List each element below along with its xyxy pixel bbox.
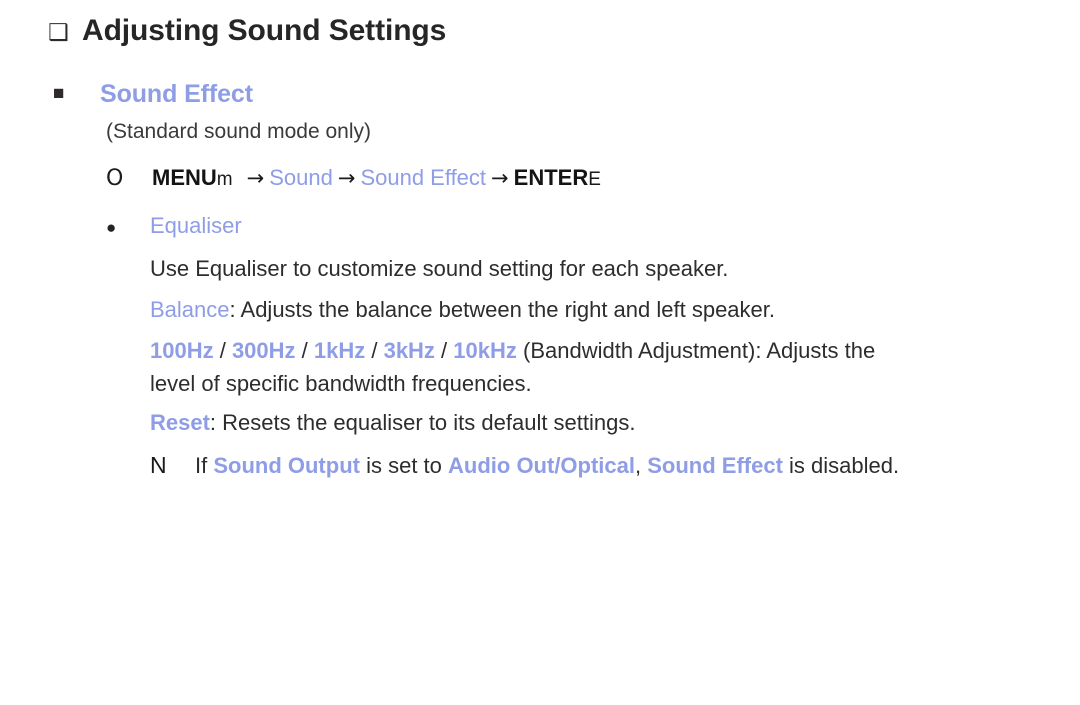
menu-button-label: MENU bbox=[152, 165, 217, 190]
manual-page: ❑ Adjusting Sound Settings ■ Sound Effec… bbox=[0, 0, 1080, 705]
arrow-icon-1: → bbox=[246, 166, 265, 190]
bandwidth-description-wrap: level of specific bandwidth frequencies. bbox=[150, 371, 532, 396]
equaliser-item-row: ● Equaliser bbox=[0, 211, 1080, 243]
note-term-audio-out-optical: Audio Out/Optical bbox=[448, 453, 636, 478]
section-heading-row: ■ Sound Effect bbox=[0, 77, 1080, 111]
section-heading: Sound Effect bbox=[100, 80, 253, 108]
frequency-separator: / bbox=[434, 338, 454, 363]
enter-button-glyph-icon: E bbox=[588, 169, 601, 190]
note-prefix: If bbox=[195, 453, 214, 478]
arrow-icon-3: → bbox=[491, 166, 509, 190]
note-row: N If Sound Output is set to Audio Out/Op… bbox=[0, 450, 1080, 481]
note-mid-1: is set to bbox=[359, 453, 449, 478]
bandwidth-description: (Bandwidth Adjustment): Adjusts the bbox=[516, 338, 876, 363]
frequency-line: 100Hz / 300Hz / 1kHz / 3kHz / 10kHz (Ban… bbox=[0, 336, 1080, 366]
note-term-sound-effect: Sound Effect bbox=[647, 453, 783, 478]
frequency-term: 1kHz bbox=[313, 338, 366, 363]
note-suffix: is disabled. bbox=[782, 453, 900, 478]
frequency-separator: / bbox=[295, 338, 314, 363]
square-outline-bullet-icon: ❑ bbox=[48, 19, 69, 45]
page-title-row: ❑ Adjusting Sound Settings bbox=[0, 9, 1080, 54]
menu-step-sound: Sound bbox=[269, 165, 333, 190]
frequency-list: 100Hz / 300Hz / 1kHz / 3kHz / 10kHz bbox=[150, 338, 517, 363]
balance-line: Balance: Adjusts the balance between the… bbox=[0, 295, 1080, 325]
note-mid-2: , bbox=[635, 453, 648, 478]
enter-button-label: ENTER bbox=[513, 165, 589, 190]
frequency-separator: / bbox=[365, 338, 384, 363]
arrow-icon-2: → bbox=[337, 166, 356, 190]
section-subnote: (Standard sound mode only) bbox=[106, 120, 371, 143]
reset-description: : Resets the equaliser to its default se… bbox=[209, 410, 636, 435]
menu-button-glyph-icon: m bbox=[216, 169, 233, 190]
page-title: Adjusting Sound Settings bbox=[82, 14, 447, 47]
reset-line: Reset: Resets the equaliser to its defau… bbox=[0, 408, 1080, 438]
menu-path-row: O MENUm → Sound → Sound Effect → ENTERE bbox=[0, 163, 1080, 195]
frequency-term: 3kHz bbox=[383, 338, 435, 363]
frequency-separator: / bbox=[213, 338, 232, 363]
balance-term: Balance bbox=[150, 297, 230, 322]
menu-path: MENUm → Sound → Sound Effect → ENTERE bbox=[152, 163, 601, 195]
filled-square-bullet-icon: ■ bbox=[53, 83, 65, 104]
frequency-term: 100Hz bbox=[150, 338, 214, 363]
reset-term: Reset bbox=[150, 410, 210, 435]
frequency-term: 10kHz bbox=[453, 338, 517, 363]
filled-circle-bullet-icon: ● bbox=[106, 218, 117, 237]
note-marker-icon: N bbox=[150, 452, 167, 478]
equaliser-description: Use Equaliser to customize sound setting… bbox=[150, 256, 729, 281]
balance-description: : Adjusts the balance between the right … bbox=[229, 297, 775, 322]
note-text: If Sound Output is set to Audio Out/Opti… bbox=[195, 451, 899, 481]
frequency-term: 300Hz bbox=[231, 338, 296, 363]
circle-marker-icon: O bbox=[106, 166, 124, 191]
note-term-sound-output: Sound Output bbox=[213, 453, 360, 478]
equaliser-title: Equaliser bbox=[150, 213, 242, 238]
menu-step-sound-effect: Sound Effect bbox=[360, 165, 487, 190]
